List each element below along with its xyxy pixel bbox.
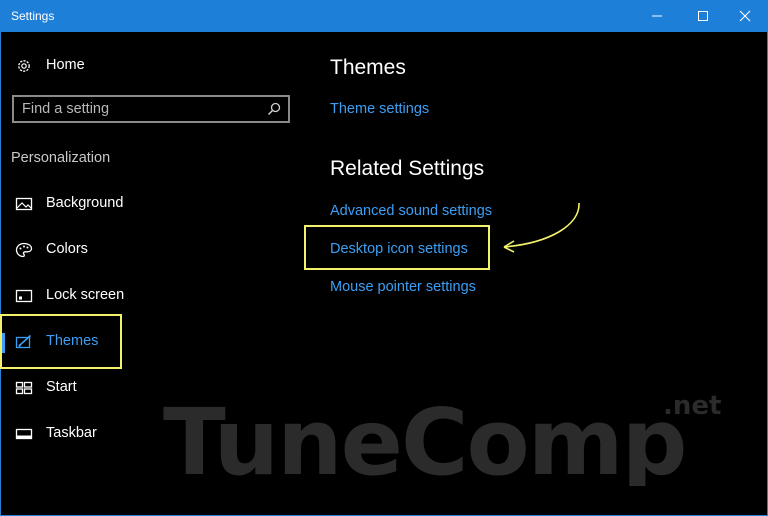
svg-text:.net: .net	[663, 391, 721, 421]
sidebar-item-label: Background	[46, 195, 124, 211]
sidebar-home-label: Home	[46, 57, 85, 73]
minimize-button[interactable]	[634, 0, 680, 32]
taskbar-icon	[15, 428, 33, 440]
highlight-box-themes	[0, 314, 122, 369]
mouse-pointer-settings-link[interactable]: Mouse pointer settings	[330, 279, 476, 295]
search-icon[interactable]	[267, 102, 281, 116]
page-title: Themes	[330, 56, 406, 79]
gear-icon	[18, 60, 30, 72]
sidebar-item-label: Colors	[46, 241, 88, 257]
related-settings-heading: Related Settings	[330, 157, 485, 180]
sidebar-item-background[interactable]: Background	[0, 184, 300, 224]
svg-text:TuneComp: TuneComp	[163, 389, 685, 486]
image-icon	[15, 197, 33, 211]
lock-screen-icon	[15, 289, 33, 303]
theme-settings-link[interactable]: Theme settings	[330, 101, 429, 117]
highlight-box-desktop-icon	[304, 225, 490, 270]
close-button[interactable]	[722, 0, 768, 32]
palette-icon	[15, 242, 33, 258]
sidebar-item-lock-screen[interactable]: Lock screen	[0, 276, 300, 316]
advanced-sound-settings-link[interactable]: Advanced sound settings	[330, 203, 492, 219]
maximize-button[interactable]	[680, 0, 726, 32]
start-icon	[15, 381, 33, 395]
sidebar-item-label: Taskbar	[46, 425, 97, 441]
watermark-logo: TuneComp .net	[163, 389, 721, 486]
close-icon	[739, 10, 751, 22]
sidebar-item-colors[interactable]: Colors	[0, 230, 300, 270]
sidebar-item-label: Lock screen	[46, 287, 125, 303]
window-title: Settings	[11, 9, 55, 23]
search-input[interactable]	[22, 100, 262, 118]
section-personalization: Personalization	[11, 150, 111, 166]
sidebar-item-home[interactable]: Home	[0, 46, 300, 86]
annotation-arrow-icon	[503, 202, 580, 253]
search-box[interactable]	[12, 95, 290, 123]
sidebar-item-label: Start	[46, 379, 77, 395]
title-bar: Settings	[0, 0, 768, 32]
maximize-icon	[698, 11, 708, 21]
minimize-icon	[652, 15, 662, 17]
